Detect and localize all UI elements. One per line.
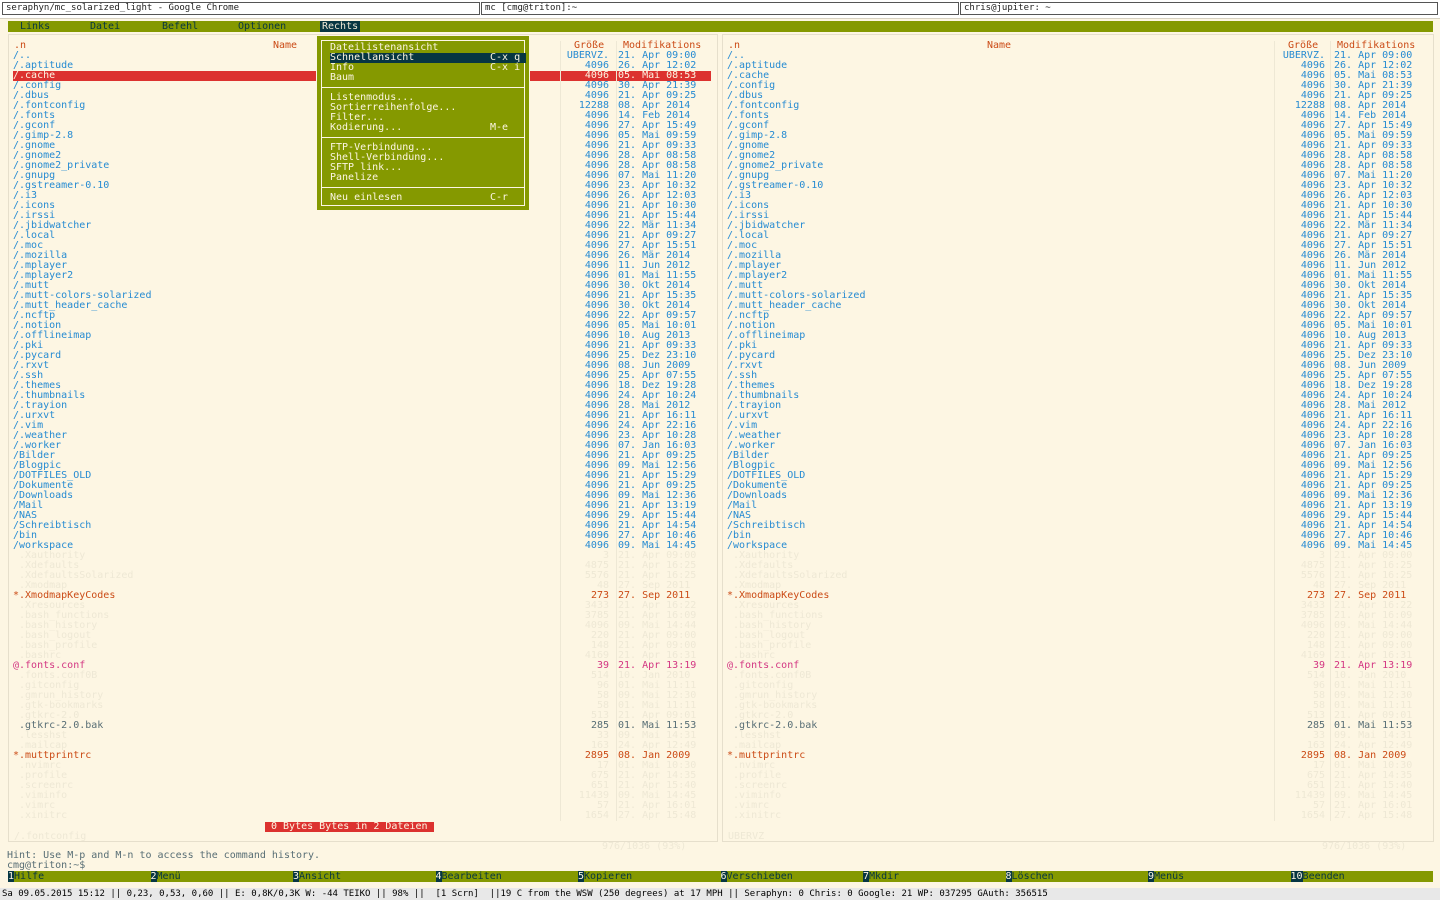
column-separator — [1274, 41, 1275, 821]
dropdown-item-shortcut: M-e — [490, 122, 509, 133]
dropdown-item[interactable]: Kodierung... M-e — [330, 123, 526, 133]
window-tab-bar: seraphyn/mc_solarized_light - Google Chr… — [0, 0, 1440, 19]
left-name-header[interactable]: Name — [273, 41, 297, 51]
right-file-name: .xinitrc — [727, 810, 782, 821]
right-footer-count: 976/1036 (93%) — [1322, 841, 1407, 852]
column-separator — [560, 41, 561, 821]
left-footer-path: /.fontconfig — [14, 831, 87, 842]
menu-optionen[interactable]: Optionen — [238, 21, 286, 32]
dropdown-item[interactable]: Panelize — [330, 173, 526, 183]
tab-chrome[interactable]: seraphyn/mc_solarized_light - Google Chr… — [2, 2, 480, 15]
fkey-label: Menü — [156, 871, 181, 882]
fkey-label: Menüs — [1154, 871, 1185, 882]
column-separator — [1330, 41, 1331, 821]
menu-befehl[interactable]: Befehl — [162, 21, 198, 32]
fkey-2[interactable]: 2Menü — [150, 871, 181, 882]
right-file-date: 27. Apr 15:48 — [1334, 810, 1413, 821]
fkey-3[interactable]: 3Ansicht — [293, 871, 341, 882]
dropdown-item-label: Kodierung... — [330, 122, 403, 133]
fkey-number: 10 — [1290, 871, 1303, 882]
fkey-label: Beenden — [1302, 871, 1345, 882]
right-file-size: 1654 — [1300, 810, 1325, 821]
fkey-label: Ansicht — [299, 871, 342, 882]
dropdown-item-shortcut: C-r — [490, 192, 509, 203]
fkey-9[interactable]: 9Menüs — [1148, 871, 1184, 882]
dropdown-item-label: Panelize — [330, 172, 379, 183]
left-file-size: 1654 — [584, 810, 609, 821]
column-separator — [616, 41, 617, 821]
fkey-5[interactable]: 5Kopieren — [578, 871, 632, 882]
dropdown-item[interactable]: Baum — [330, 73, 526, 83]
tab-jupiter-terminal[interactable]: chris@jupiter: ~ — [960, 2, 1438, 15]
fkey-label: Bearbeiten — [441, 871, 502, 882]
right-name-header[interactable]: Name — [987, 41, 1011, 51]
menu-rechts[interactable]: Rechts — [320, 21, 361, 32]
dropdown-item-label: Baum — [330, 72, 355, 83]
rechts-dropdown-menu: Dateilistenansicht Schnellansicht C-x q Inf… — [316, 35, 530, 211]
fkey-1[interactable]: 1Hilfe — [8, 871, 44, 882]
fkey-8[interactable]: 8Löschen — [1005, 871, 1054, 882]
system-status-bar: Sa 09.05.2015 15:12 || 0,23, 0,53, 0,60 … — [0, 888, 1440, 900]
command-prompt[interactable]: cmg@triton:~$ — [7, 861, 85, 871]
dropdown-item-label: Neu einlesen — [330, 192, 403, 203]
dropdown-item-shortcut: C-x i — [490, 62, 521, 73]
right-file-row[interactable]: .xinitrc 1654 27. Apr 15:48 — [727, 811, 1427, 821]
function-key-bar: 1Hilfe 2Menü 3Ansicht 4Bearbeiten 5Kopieren 6… — [8, 871, 1433, 882]
fkey-label: Verschieben — [726, 871, 793, 882]
selection-summary: 0 Bytes Bytes in 2 Dateien — [265, 822, 434, 832]
fkey-4[interactable]: 4Bearbeiten — [435, 871, 502, 882]
dropdown-separator — [322, 187, 524, 188]
fkey-label: Löschen — [1011, 871, 1054, 882]
left-file-row[interactable]: .xinitrc 1654 27. Apr 15:48 — [13, 811, 711, 821]
tab-mc-terminal[interactable]: mc [cmg@triton]:~ — [481, 2, 959, 15]
dropdown-separator — [322, 137, 524, 138]
fkey-7[interactable]: 7Mkdir — [863, 871, 899, 882]
fkey-label: Kopieren — [584, 871, 633, 882]
menu-bar: Links Datei Befehl Optionen Rechts — [8, 21, 1433, 32]
dropdown-item[interactable]: Neu einlesen C-r — [330, 193, 526, 203]
dropdown-item[interactable]: Info C-x i — [330, 63, 526, 73]
menu-links[interactable]: Links — [20, 21, 50, 32]
left-file-date: 27. Apr 15:48 — [618, 810, 697, 821]
dropdown-separator — [322, 87, 524, 88]
right-footer-path: UBERVZ — [728, 831, 765, 842]
fkey-label: Mkdir — [869, 871, 900, 882]
fkey-label: Hilfe — [14, 871, 45, 882]
left-file-name: .xinitrc — [13, 810, 68, 821]
left-footer-count: 976/1036 (93%) — [602, 841, 687, 852]
menu-datei[interactable]: Datei — [90, 21, 120, 32]
fkey-6[interactable]: 6Verschieben — [720, 871, 793, 882]
fkey-10[interactable]: 10Beenden — [1290, 871, 1345, 882]
